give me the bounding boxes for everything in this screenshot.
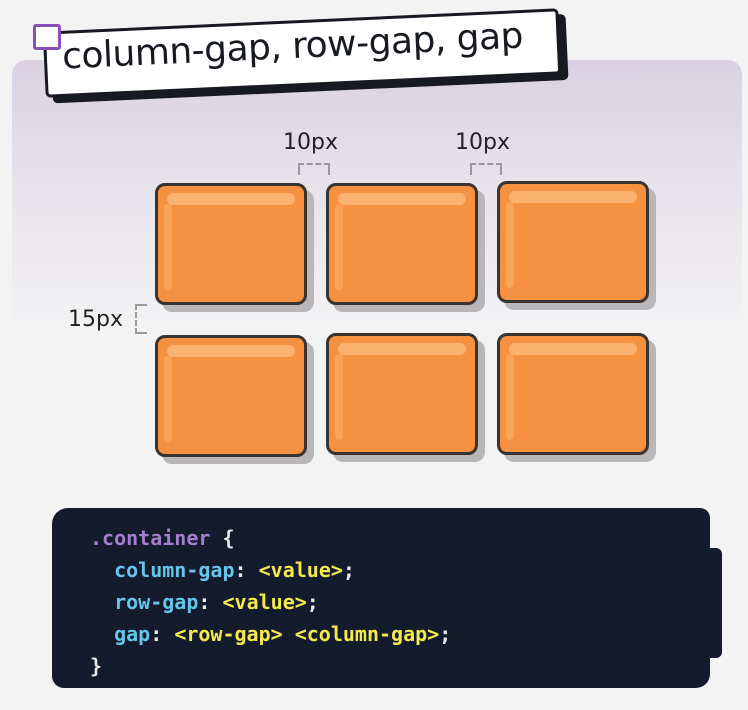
code-property: column-gap [114,558,235,582]
column-gap-bracket [470,163,502,175]
code-snippet: .container { column-gap: <value>; row-ga… [90,522,451,682]
column-gap-label: 10px [455,130,510,155]
row-gap-label: 15px [68,307,123,332]
code-colon: : [198,590,211,614]
code-selector: .container [90,526,211,550]
code-close-brace: } [90,654,103,678]
code-property: row-gap [114,590,199,614]
grid-item [326,333,478,455]
row-gap-bracket [135,304,147,334]
code-semicolon: ; [342,558,355,582]
code-value: <value> [222,590,307,614]
title-square-icon [33,24,61,50]
grid-item [155,335,307,457]
grid-item [497,333,649,455]
code-property: gap [114,622,151,646]
code-semicolon: ; [306,590,319,614]
code-colon: : [234,558,247,582]
grid-item [497,181,649,303]
code-semicolon: ; [439,622,452,646]
grid-item [326,183,478,305]
code-value: <value> [258,558,343,582]
column-gap-bracket [298,163,330,175]
grid-item [155,183,307,305]
code-value: <row-gap> <column-gap> [174,622,440,646]
column-gap-label: 10px [283,130,338,155]
code-open-brace: { [222,526,235,550]
code-colon: : [150,622,163,646]
